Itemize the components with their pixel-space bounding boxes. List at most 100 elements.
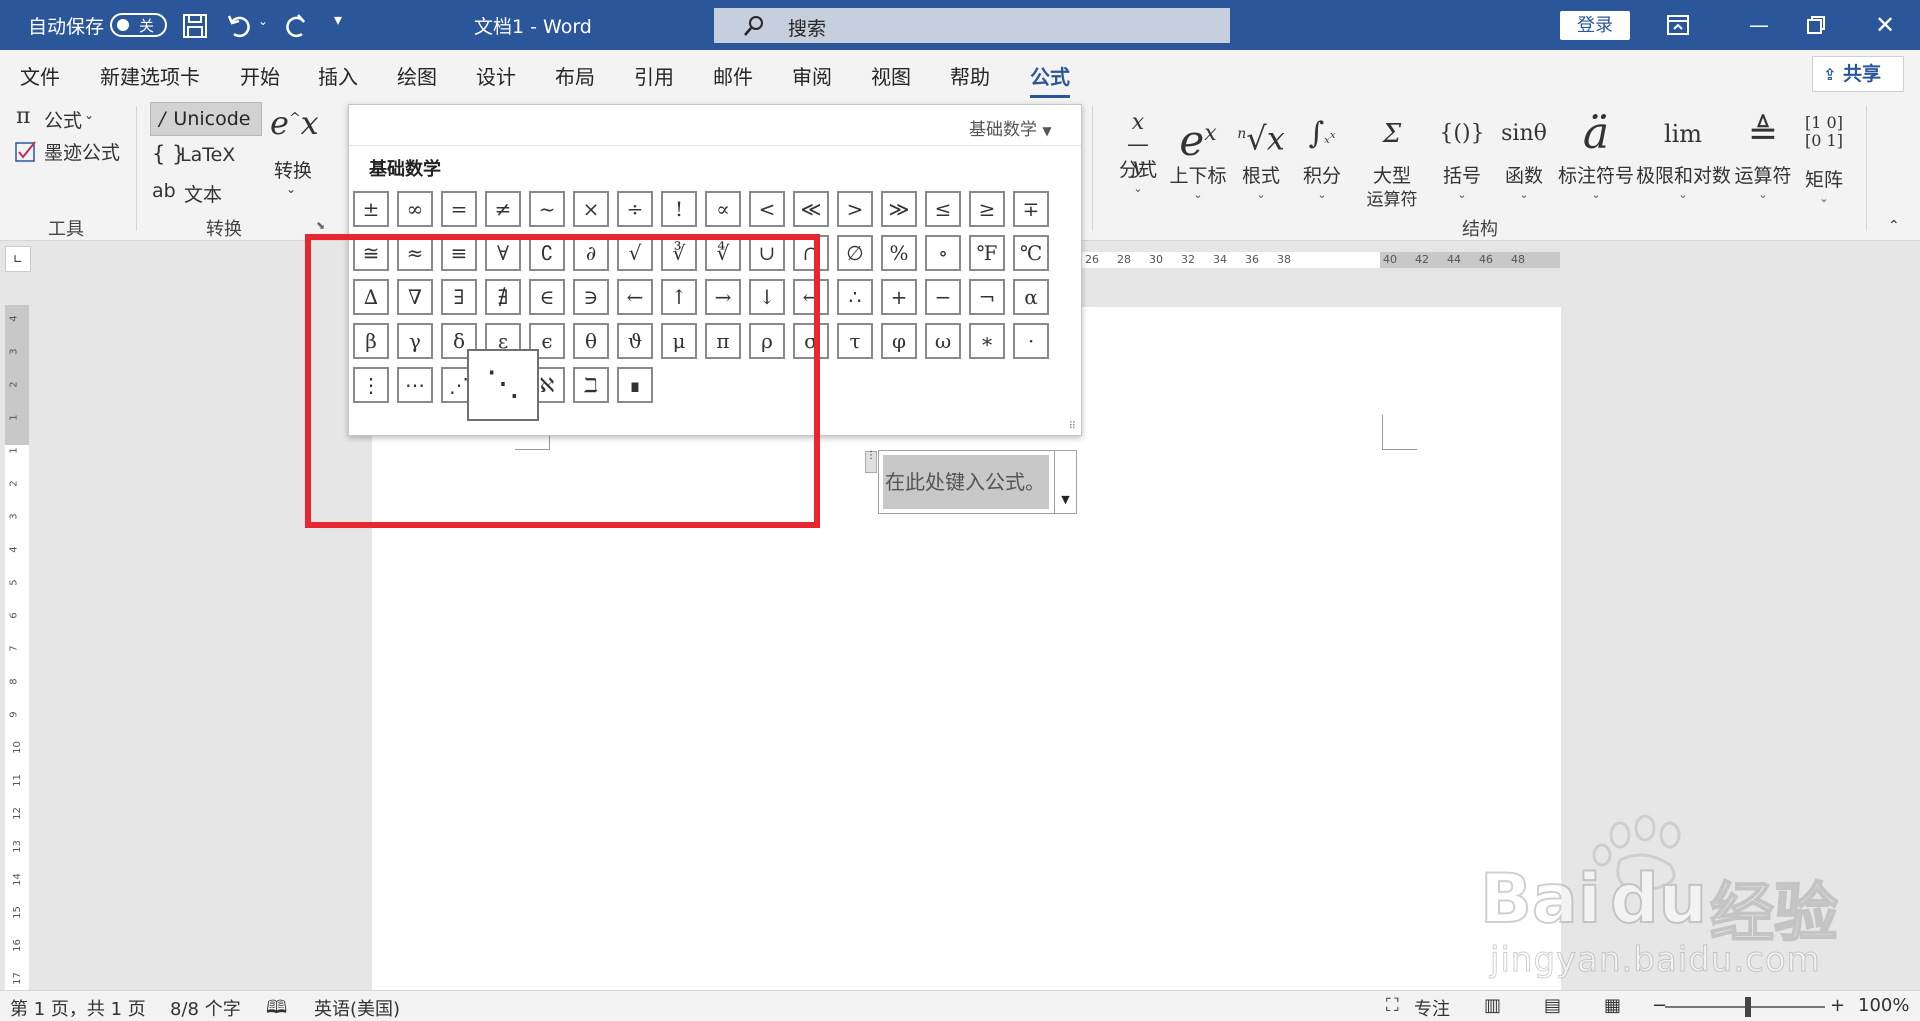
symbol-button[interactable]: γ xyxy=(397,323,433,359)
matrix-button[interactable]: [1 0] [0 1] 矩阵 ⌄ xyxy=(1798,104,1850,206)
symbol-button[interactable]: ⋮ xyxy=(353,367,389,403)
symbol-button[interactable]: ∁ xyxy=(529,235,565,271)
symbol-button[interactable]: ∇ xyxy=(397,279,433,315)
symbol-button[interactable]: ∂ xyxy=(573,235,609,271)
save-icon[interactable] xyxy=(182,13,208,39)
symbol-button[interactable]: = xyxy=(441,191,477,227)
restore-icon[interactable] xyxy=(1806,15,1826,35)
minimize-icon[interactable]: — xyxy=(1744,10,1774,40)
symbol-button[interactable]: ∗ xyxy=(969,323,1005,359)
tab-selector[interactable]: ∟ xyxy=(5,246,31,272)
symbol-button[interactable]: ∩ xyxy=(793,235,829,271)
tab-mailings[interactable]: 邮件 xyxy=(713,61,753,90)
symbol-button[interactable]: α xyxy=(1013,279,1049,315)
symbol-button[interactable]: ≪ xyxy=(793,191,829,227)
close-icon[interactable]: ✕ xyxy=(1870,10,1900,40)
integral-button[interactable]: ∫ₓˣ 积分 ⌄ xyxy=(1296,104,1348,202)
focus-label[interactable]: 专注 xyxy=(1414,995,1450,1021)
zoom-slider-thumb[interactable] xyxy=(1745,997,1751,1017)
symbol-button[interactable]: τ xyxy=(837,323,873,359)
tab-equation[interactable]: 公式 xyxy=(1030,61,1070,99)
tab-design[interactable]: 设计 xyxy=(476,61,516,90)
dialog-launcher-icon[interactable]: ⬊ xyxy=(316,219,325,232)
symbol-button[interactable]: ∪ xyxy=(749,235,785,271)
symbol-button[interactable]: ≡ xyxy=(441,235,477,271)
tab-home[interactable]: 开始 xyxy=(240,61,280,90)
print-layout-icon[interactable]: ▤ xyxy=(1544,995,1561,1016)
symbol-button[interactable]: ∜ xyxy=(705,235,741,271)
symbol-button[interactable]: ∃ xyxy=(441,279,477,315)
symbol-button[interactable]: ∄ xyxy=(485,279,521,315)
tab-view[interactable]: 视图 xyxy=(871,61,911,90)
bracket-button[interactable]: {()} 括号 ⌄ xyxy=(1438,104,1486,202)
symbol-button[interactable]: ∝ xyxy=(705,191,741,227)
symbol-button[interactable]: μ xyxy=(661,323,697,359)
symbol-button[interactable]: ≠ xyxy=(485,191,521,227)
symbol-button[interactable]: ∋ xyxy=(573,279,609,315)
symbol-button[interactable]: ϑ xyxy=(617,323,653,359)
undo-dropdown-icon[interactable]: ⌄ xyxy=(258,14,268,28)
login-button[interactable]: 登录 xyxy=(1560,11,1630,40)
symbol-button[interactable]: ≈ xyxy=(397,235,433,271)
unicode-button[interactable]: / Unicode xyxy=(150,102,262,136)
symbol-button[interactable]: < xyxy=(749,191,785,227)
symbol-button[interactable]: → xyxy=(705,279,741,315)
tab-help[interactable]: 帮助 xyxy=(950,61,990,90)
language-indicator[interactable]: 英语(美国) xyxy=(314,995,400,1021)
read-mode-icon[interactable]: ▥ xyxy=(1484,995,1501,1016)
large-operator-button[interactable]: Σ 大型 运算符 xyxy=(1356,104,1428,212)
symbol-button[interactable]: ∀ xyxy=(485,235,521,271)
tab-file[interactable]: 文件 xyxy=(20,61,60,90)
symbol-button[interactable]: ∛ xyxy=(661,235,697,271)
fraction-button[interactable]: x — y 分式 ⌄ xyxy=(1116,104,1160,196)
text-button[interactable]: 文本 xyxy=(184,180,222,207)
focus-icon[interactable]: ⛶ xyxy=(1386,995,1399,1016)
symbol-button[interactable]: ↓ xyxy=(749,279,785,315)
symbol-button[interactable]: σ xyxy=(793,323,829,359)
convert-button[interactable]: 转换 xyxy=(274,156,312,183)
symbol-button[interactable]: ⋯ xyxy=(397,367,433,403)
symbol-button[interactable]: ! xyxy=(661,191,697,227)
symbol-button[interactable]: ℉ xyxy=(969,235,1005,271)
symbol-button[interactable]: ↑ xyxy=(661,279,697,315)
horizontal-ruler[interactable]: 26 28 30 32 34 36 38 40 42 44 46 48 xyxy=(1080,252,1560,268)
symbol-button[interactable]: ← xyxy=(617,279,653,315)
undo-icon[interactable] xyxy=(226,12,254,40)
function-button[interactable]: sinθ 函数 ⌄ xyxy=(1496,104,1552,202)
symbol-button[interactable]: ¬ xyxy=(969,279,1005,315)
symbol-button[interactable]: % xyxy=(881,235,917,271)
symbol-button[interactable]: ∓ xyxy=(1013,191,1049,227)
radical-button[interactable]: n√x 根式 ⌄ xyxy=(1236,104,1286,202)
equation-button[interactable]: 公式 xyxy=(44,106,82,133)
accent-button[interactable]: ä 标注符号 ⌄ xyxy=(1558,104,1634,202)
symbol-button[interactable]: > xyxy=(837,191,873,227)
page-count[interactable]: 第 1 页，共 1 页 xyxy=(10,995,146,1021)
symbol-button[interactable]: + xyxy=(881,279,917,315)
equation-editor[interactable]: ⋮ 在此处键入公式。 ▼ xyxy=(865,450,1077,514)
symbol-button[interactable]: ℃ xyxy=(1013,235,1049,271)
tab-draw[interactable]: 绘图 xyxy=(397,61,437,90)
symbol-category-dropdown[interactable]: 基础数学 ▼ xyxy=(969,115,1052,140)
equation-placeholder[interactable]: 在此处键入公式。 xyxy=(883,455,1049,509)
vertical-ruler[interactable]: 4 3 2 1 1 2 3 4 5 6 7 8 9 10 11 12 13 14 15 16 17 xyxy=(5,305,29,990)
operator-button[interactable]: ≜ 运算符 ⌄ xyxy=(1734,104,1792,202)
ribbon-display-options-icon[interactable] xyxy=(1666,14,1690,36)
symbol-button[interactable]: ∆ xyxy=(353,279,389,315)
symbol-button[interactable]: × xyxy=(573,191,609,227)
script-button[interactable]: ex 上下标 ⌄ xyxy=(1168,104,1228,202)
symbol-button[interactable]: ∅ xyxy=(837,235,873,271)
limit-log-button[interactable]: lim 极限和对数 ⌄ xyxy=(1636,104,1731,202)
symbol-button[interactable]: · xyxy=(1013,323,1049,359)
symbol-button[interactable]: θ xyxy=(573,323,609,359)
symbol-button[interactable]: β xyxy=(353,323,389,359)
symbol-button[interactable]: φ xyxy=(881,323,917,359)
symbol-button[interactable]: ω xyxy=(925,323,961,359)
symbol-button-hovered[interactable]: ⋱ xyxy=(467,349,539,421)
proofing-icon[interactable]: 🕮 xyxy=(266,995,287,1021)
symbol-button[interactable]: ∘ xyxy=(925,235,961,271)
symbol-button[interactable]: ∴ xyxy=(837,279,873,315)
symbol-button[interactable]: ≫ xyxy=(881,191,917,227)
symbol-button[interactable]: ℶ xyxy=(573,367,609,403)
symbol-button[interactable]: ∈ xyxy=(529,279,565,315)
search-box[interactable]: 搜索 xyxy=(714,8,1230,43)
